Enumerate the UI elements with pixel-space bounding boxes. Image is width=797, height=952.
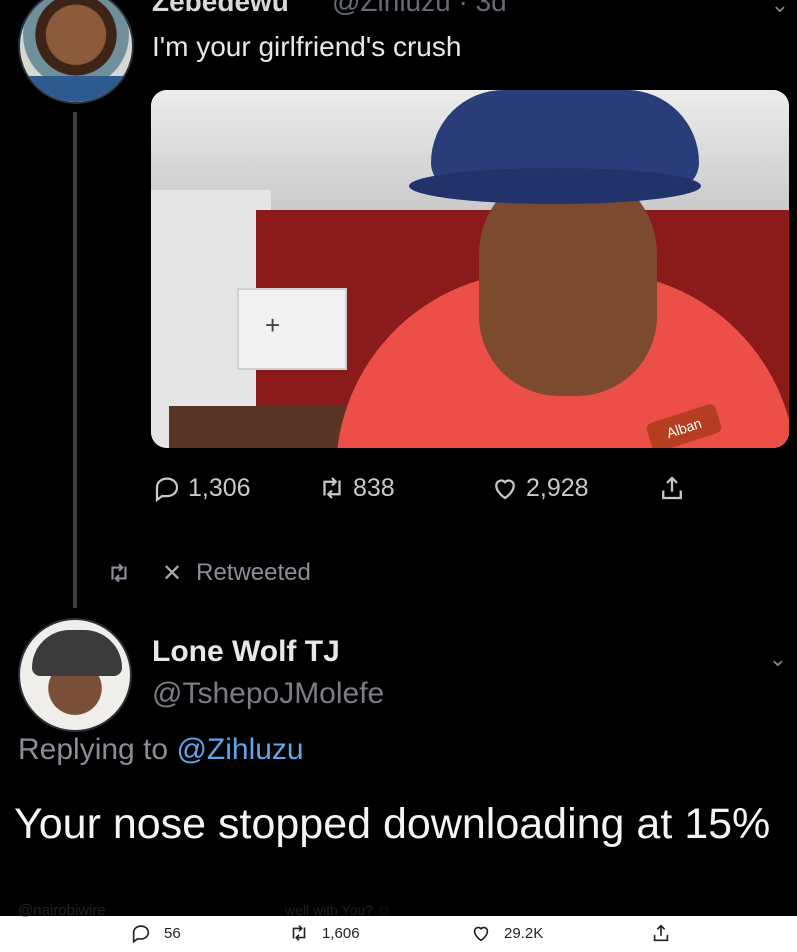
- avatar-shirt: [20, 76, 132, 102]
- share-button[interactable]: [650, 922, 684, 944]
- share-icon: [653, 924, 669, 942]
- reply-icon: [132, 925, 150, 944]
- share-icon: [662, 476, 682, 500]
- like-count: 2,928: [526, 473, 589, 502]
- retweet-count: 838: [353, 473, 395, 502]
- chevron-down-icon[interactable]: ⌄: [771, 0, 789, 18]
- like-icon: [495, 479, 515, 500]
- reply-button[interactable]: 56: [130, 922, 181, 944]
- bottom-action-bar: @nairobiwire well with You? ☺ 56 1,606 2…: [0, 902, 797, 952]
- avatar-cap: [32, 630, 122, 676]
- retweeted-banner[interactable]: ✕ Retweeted: [104, 556, 311, 590]
- retweet-button[interactable]: 1,606: [288, 922, 360, 944]
- author-handle-time: @Zihluzu · 3d: [332, 0, 507, 17]
- reply-count: 1,306: [188, 473, 251, 502]
- mention-link[interactable]: @Zihluzu: [176, 733, 303, 766]
- author-name[interactable]: Zebedewu: [152, 0, 289, 18]
- watermark: @nairobiwire: [18, 902, 106, 919]
- retweeted-label: Retweeted: [196, 559, 311, 586]
- retweet-count: 1,606: [322, 924, 360, 942]
- replying-prefix: Replying to: [18, 733, 169, 766]
- author-name[interactable]: Lone Wolf TJ: [152, 635, 340, 669]
- retweet-icon: [323, 477, 341, 499]
- tweet-text: Your nose stopped downloading at 15%: [14, 800, 771, 848]
- chevron-down-icon[interactable]: ⌄: [769, 646, 787, 672]
- thread-line: [73, 112, 77, 608]
- reply-icon: [155, 477, 179, 503]
- reply-button[interactable]: 1,306: [152, 470, 251, 506]
- retweet-icon: [111, 563, 127, 583]
- avatar[interactable]: [18, 0, 134, 104]
- replying-to: Replying to @Zihluzu: [18, 733, 304, 767]
- like-button[interactable]: 29.2K: [470, 922, 543, 944]
- share-button[interactable]: [657, 470, 687, 506]
- reply-count: 56: [164, 924, 181, 942]
- tweet-actions: 1,306 838 2,928: [152, 470, 712, 506]
- photo-hat-brim: [409, 168, 701, 204]
- close-icon: ✕: [162, 559, 183, 587]
- author-handle[interactable]: @TshepoJMolefe: [152, 677, 384, 711]
- like-count: 29.2K: [504, 924, 544, 942]
- like-icon: [473, 926, 489, 942]
- photo-first-aid-box: +: [237, 288, 347, 370]
- residual-text: well with You? ☺: [285, 902, 392, 918]
- tweet-photo[interactable]: + Alban: [151, 90, 789, 448]
- retweet-button[interactable]: 838: [317, 470, 395, 506]
- avatar[interactable]: [18, 618, 132, 732]
- retweet-icon: [292, 925, 306, 941]
- like-button[interactable]: 2,928: [490, 470, 589, 506]
- tweet-text: I'm your girlfriend's crush: [152, 31, 462, 62]
